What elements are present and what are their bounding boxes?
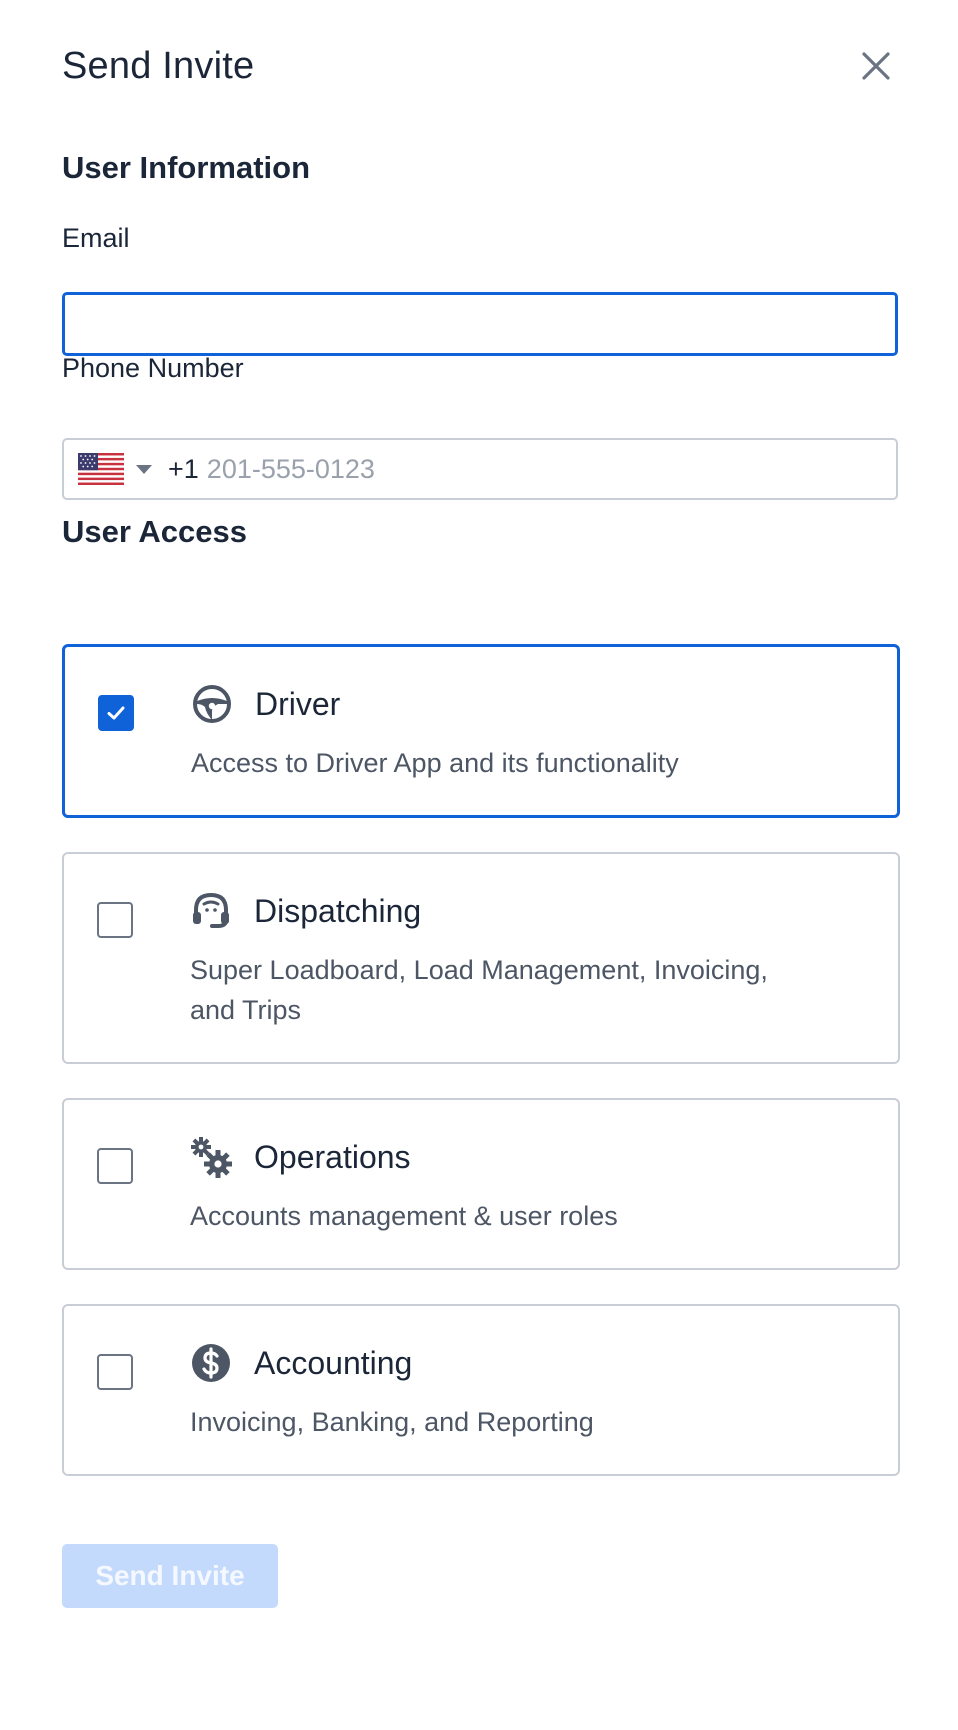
steering-wheel-icon [191, 683, 233, 725]
dial-code: +1 [168, 453, 199, 484]
access-option-accounting[interactable]: Accounting Invoicing, Banking, and Repor… [62, 1304, 900, 1476]
email-label: Email [62, 223, 130, 253]
driver-checkbox[interactable] [98, 695, 134, 731]
close-button[interactable] [856, 46, 896, 86]
accounting-title: Accounting [254, 1345, 413, 1381]
phone-field: +1 [62, 438, 898, 500]
send-invite-button[interactable]: Send Invite [62, 1544, 278, 1608]
phone-input[interactable] [206, 440, 896, 498]
accounting-description: Invoicing, Banking, and Reporting [190, 1407, 594, 1437]
access-option-dispatching[interactable]: Dispatching Super Loadboard, Load Manage… [62, 852, 900, 1064]
operations-description: Accounts management & user roles [190, 1201, 618, 1231]
close-icon [862, 52, 890, 80]
access-option-driver[interactable]: Driver Access to Driver App and its func… [62, 644, 900, 818]
country-select[interactable] [64, 440, 152, 498]
chevron-down-icon [136, 464, 152, 474]
gears-icon [190, 1136, 232, 1178]
driver-description: Access to Driver App and its functionali… [191, 748, 679, 778]
drawer-header: Send Invite [62, 38, 896, 94]
dispatching-title: Dispatching [254, 893, 422, 929]
dollar-circle-icon [190, 1342, 232, 1384]
operations-title: Operations [254, 1139, 411, 1175]
send-invite-drawer: Send Invite User Information Email Phone… [0, 0, 958, 1730]
check-icon [107, 706, 125, 720]
phone-label: Phone Number [62, 353, 244, 383]
user-information-heading: User Information [62, 150, 311, 185]
headset-icon [190, 890, 232, 932]
operations-checkbox[interactable] [97, 1148, 133, 1184]
access-option-operations[interactable]: Operations Accounts management & user ro… [62, 1098, 900, 1270]
email-input[interactable] [62, 292, 898, 356]
dispatching-description: Super Loadboard, Load Management, Invoic… [190, 955, 768, 1025]
drawer-title: Send Invite [62, 45, 255, 87]
user-access-heading: User Access [62, 514, 247, 549]
dispatching-checkbox[interactable] [97, 902, 133, 938]
us-flag-icon [78, 453, 124, 485]
accounting-checkbox[interactable] [97, 1354, 133, 1390]
driver-title: Driver [255, 686, 341, 722]
